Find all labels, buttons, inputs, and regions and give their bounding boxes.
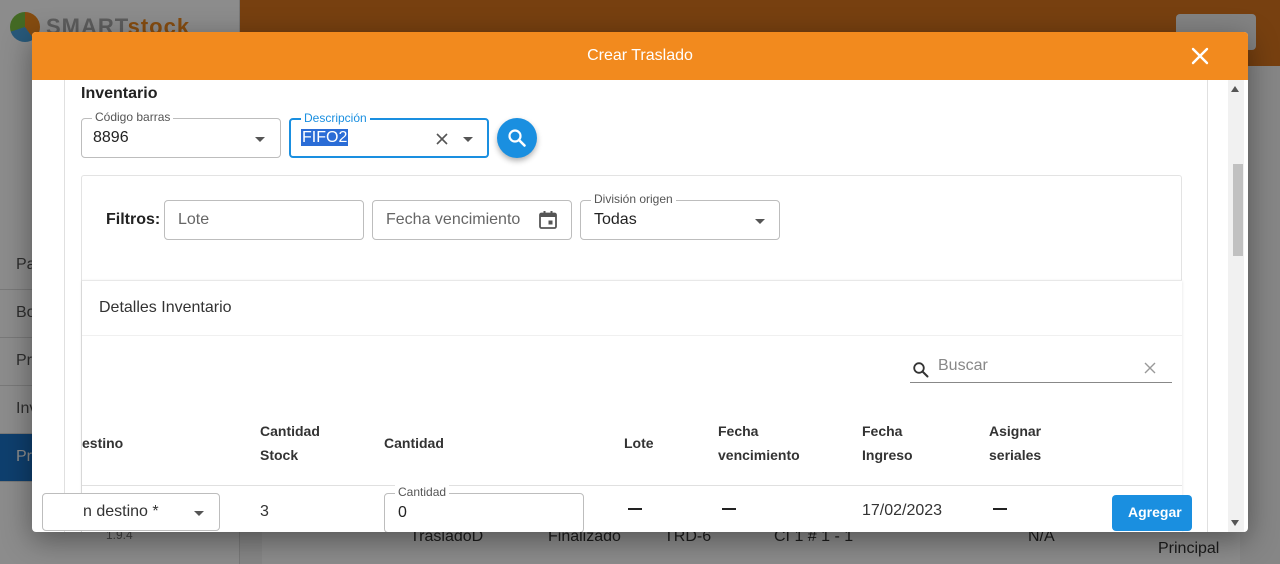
scrollbar-thumb[interactable] — [1233, 164, 1243, 256]
column-header-fecha-ingreso[interactable]: Fecha Ingreso — [862, 419, 913, 467]
lote-empty — [628, 508, 642, 510]
column-header-cantidad-stock[interactable]: Cantidad Stock — [260, 419, 320, 467]
cantidad-label: Cantidad — [395, 485, 450, 499]
crear-traslado-dialog: Crear Traslado Inventario Código barras … — [32, 32, 1248, 532]
chevron-down-icon — [255, 137, 265, 142]
description-label: Descripción — [301, 111, 370, 125]
column-header-text: Fecha — [862, 423, 903, 439]
fecha-vencimiento-empty — [722, 508, 736, 510]
fecha-vencimiento-placeholder: Fecha vencimiento — [386, 211, 521, 228]
details-title: Detalles Inventario — [99, 299, 232, 316]
add-button[interactable]: Agregar — [1112, 495, 1192, 531]
column-header-text: Ingreso — [862, 447, 913, 463]
barcode-select[interactable]: Código barras 8896 — [81, 110, 281, 158]
table-divider — [82, 485, 1182, 486]
asignar-seriales-empty — [993, 508, 1007, 510]
lote-placeholder: Lote — [178, 211, 210, 228]
description-select[interactable]: Descripción FIFO2 — [289, 111, 489, 158]
cantidad-input[interactable]: Cantidad 0 — [384, 485, 584, 532]
dialog-body: Inventario Código barras 8896 Descripció… — [32, 80, 1248, 532]
clear-icon[interactable] — [1144, 362, 1156, 374]
search-icon — [508, 129, 526, 147]
dialog-header: Crear Traslado — [32, 32, 1248, 80]
column-header-text: Asignar — [989, 423, 1042, 439]
column-header-destino[interactable]: estino — [82, 431, 123, 455]
search-button[interactable] — [497, 118, 537, 158]
column-header-text: seriales — [989, 447, 1042, 463]
lote-input[interactable]: Lote — [164, 200, 364, 240]
table-search-input[interactable]: Buscar — [910, 353, 1172, 383]
chevron-down-icon — [755, 219, 765, 224]
column-header-text: Fecha — [718, 423, 759, 439]
fecha-ingreso-value: 17/02/2023 — [862, 502, 943, 519]
division-origen-label: División origen — [591, 192, 676, 206]
description-value[interactable]: FIFO2 — [301, 129, 349, 146]
column-header-lote[interactable]: Lote — [624, 431, 654, 455]
column-header-cantidad[interactable]: Cantidad — [384, 431, 444, 455]
inventory-details-card: Detalles Inventario Buscar estino Cantid… — [42, 280, 1192, 532]
search-placeholder: Buscar — [938, 357, 988, 374]
scroll-up-arrow-icon[interactable] — [1231, 86, 1239, 92]
column-header-text: Cantidad — [260, 423, 320, 439]
barcode-value: 8896 — [93, 129, 129, 146]
calendar-icon[interactable] — [538, 210, 558, 230]
chevron-down-icon — [463, 137, 473, 142]
divider — [82, 335, 1182, 336]
close-icon[interactable] — [1188, 44, 1212, 68]
scrollbar[interactable] — [1228, 80, 1244, 532]
barcode-label: Código barras — [92, 110, 174, 124]
cantidad-value: 0 — [398, 504, 407, 521]
division-origen-value: Todas — [594, 211, 637, 228]
division-origen-select[interactable]: División origen Todas — [580, 192, 780, 240]
column-header-asignar-seriales[interactable]: Asignar seriales — [989, 419, 1041, 467]
stock-value: 3 — [260, 503, 269, 520]
clear-icon[interactable] — [435, 132, 449, 146]
dialog-title: Crear Traslado — [587, 47, 693, 64]
chevron-down-icon — [194, 511, 204, 516]
section-title: Inventario — [81, 85, 158, 102]
scroll-down-arrow-icon[interactable] — [1231, 520, 1239, 526]
column-header-fecha-vencimiento[interactable]: Fecha vencimiento — [718, 419, 800, 467]
column-header-text: vencimiento — [718, 447, 800, 463]
column-header-text: Stock — [260, 447, 299, 463]
fecha-vencimiento-input[interactable]: Fecha vencimiento — [372, 200, 572, 240]
destination-select[interactable]: n destino * — [42, 493, 220, 531]
search-icon — [913, 362, 929, 378]
filters-label: Filtros: — [106, 211, 161, 228]
destination-placeholder: n destino * — [83, 503, 159, 520]
